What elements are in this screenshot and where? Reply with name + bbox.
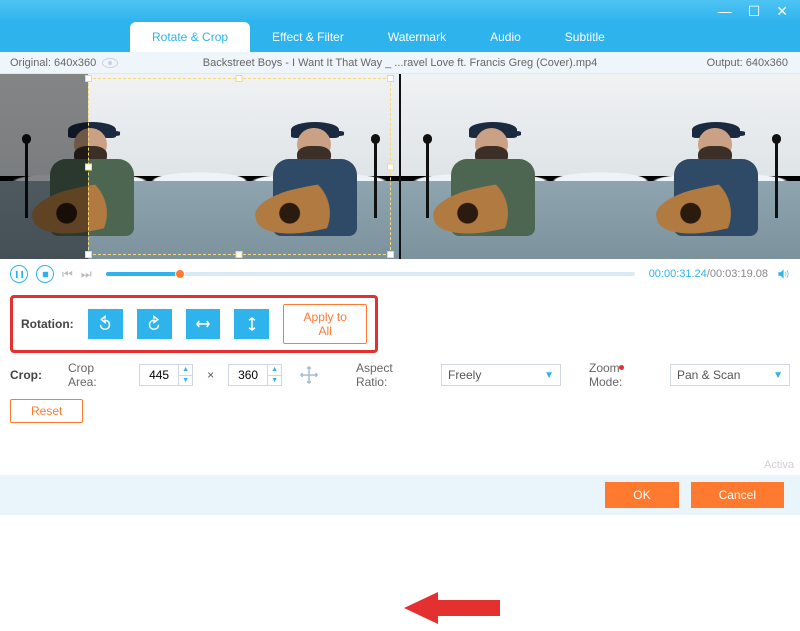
- crop-width-field[interactable]: ▲▼: [139, 364, 193, 386]
- crop-height-down[interactable]: ▼: [268, 375, 281, 385]
- zoom-mode-label: Zoom Mode:: [589, 361, 656, 389]
- flip-vertical-button[interactable]: [234, 309, 269, 339]
- flip-horizontal-button[interactable]: [186, 309, 221, 339]
- output-size-label: Output: 640x360: [707, 57, 800, 69]
- tab-audio[interactable]: Audio: [468, 22, 543, 52]
- prev-frame-icon[interactable]: ⏮: [62, 267, 73, 282]
- dialog-footer: OK Cancel: [0, 475, 800, 515]
- crop-height-up[interactable]: ▲: [268, 365, 281, 375]
- chevron-down-icon: ▼: [773, 370, 783, 381]
- callout-arrow-icon: [404, 588, 504, 631]
- playback-controls: ⏮ ⏭ 00:00:31.24/00:03:19.08: [0, 259, 800, 289]
- original-size-label: Original: 640x360: [10, 57, 96, 69]
- crop-label: Crop:: [10, 368, 54, 382]
- maximize-icon[interactable]: ☐: [748, 4, 761, 18]
- crop-width-down[interactable]: ▼: [179, 375, 192, 385]
- ok-button[interactable]: OK: [605, 482, 678, 508]
- chevron-down-icon: ▼: [544, 370, 554, 381]
- aspect-ratio-label: Aspect Ratio:: [356, 361, 427, 389]
- crop-width-up[interactable]: ▲: [179, 365, 192, 375]
- apply-to-all-button[interactable]: Apply to All: [283, 304, 367, 344]
- crop-height-input[interactable]: [229, 368, 267, 382]
- preview-toggle-icon[interactable]: [102, 58, 118, 68]
- zoom-mode-value: Pan & Scan: [677, 368, 740, 382]
- aspect-ratio-value: Freely: [448, 368, 481, 382]
- tab-rotate-crop[interactable]: Rotate & Crop: [130, 22, 250, 52]
- tab-effect-filter[interactable]: Effect & Filter: [250, 22, 366, 52]
- crop-section: Crop: Crop Area: ▲▼ × ▲▼ Aspect Ratio: F…: [10, 361, 790, 389]
- playback-time: 00:00:31.24/00:03:19.08: [649, 268, 768, 280]
- reset-button[interactable]: Reset: [10, 399, 83, 423]
- rotation-highlight: Rotation: Apply to All: [10, 295, 378, 353]
- tab-watermark[interactable]: Watermark: [366, 22, 468, 52]
- crop-area-label: Crop Area:: [68, 361, 125, 389]
- pause-button[interactable]: [10, 265, 28, 283]
- preview-output: [399, 74, 800, 259]
- info-bar: Original: 640x360 Backstreet Boys - I Wa…: [0, 52, 800, 74]
- os-activation-hint: Activa: [764, 459, 794, 471]
- tab-subtitle[interactable]: Subtitle: [543, 22, 627, 52]
- dimension-separator: ×: [207, 368, 214, 382]
- close-icon[interactable]: ✕: [776, 4, 788, 18]
- move-crop-icon[interactable]: [296, 362, 322, 388]
- preview-original[interactable]: [0, 74, 399, 259]
- minimize-icon[interactable]: —: [718, 4, 732, 18]
- rotate-right-button[interactable]: [137, 309, 172, 339]
- rotation-label: Rotation:: [21, 317, 74, 331]
- rotate-left-button[interactable]: [88, 309, 123, 339]
- filename-label: Backstreet Boys - I Want It That Way _ .…: [203, 57, 598, 69]
- zoom-mode-select[interactable]: Pan & Scan ▼: [670, 364, 790, 386]
- stop-button[interactable]: [36, 265, 54, 283]
- window-titlebar: — ☐ ✕: [0, 0, 800, 22]
- editor-tabs: Rotate & Crop Effect & Filter Watermark …: [0, 22, 800, 52]
- crop-width-input[interactable]: [140, 368, 178, 382]
- timeline-slider[interactable]: [106, 272, 635, 276]
- cancel-button[interactable]: Cancel: [691, 482, 784, 508]
- preview-area: [0, 74, 800, 259]
- aspect-ratio-select[interactable]: Freely ▼: [441, 364, 561, 386]
- rotation-section: Rotation: Apply to All Crop: Crop Area: …: [0, 289, 800, 429]
- next-frame-icon[interactable]: ⏭: [81, 267, 92, 282]
- volume-icon[interactable]: [776, 267, 790, 281]
- crop-rectangle[interactable]: [88, 78, 391, 256]
- crop-height-field[interactable]: ▲▼: [228, 364, 282, 386]
